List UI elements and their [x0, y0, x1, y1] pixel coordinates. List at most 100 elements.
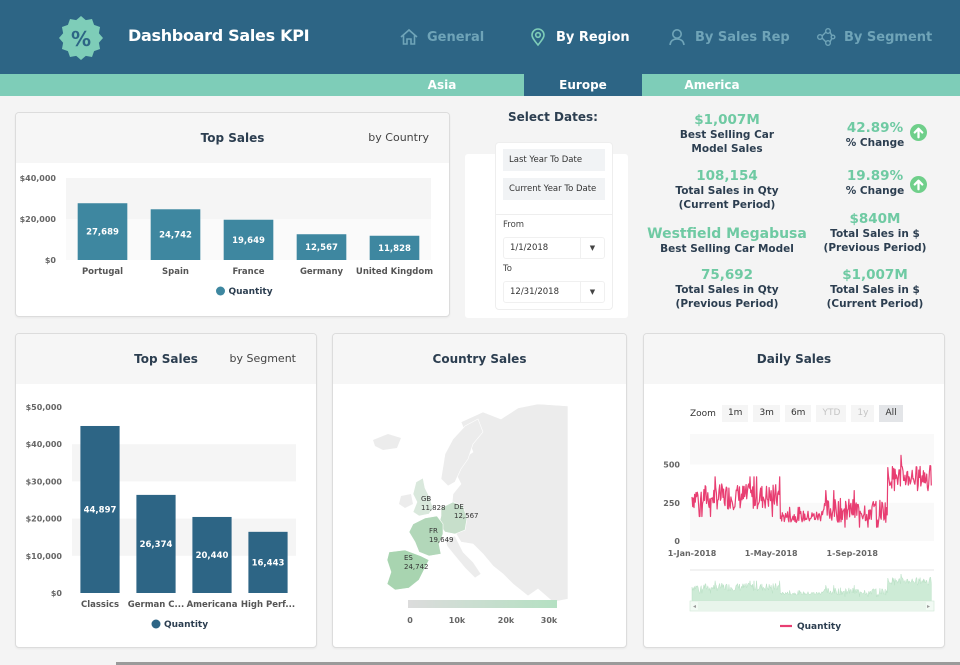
- zoom-6m-button[interactable]: 6m: [784, 405, 812, 422]
- legend-label: Quantity: [164, 620, 208, 630]
- x-category-label: United Kingdom: [356, 267, 433, 277]
- y-tick-label: $0: [51, 589, 63, 598]
- map-label-fr-value: 19,649: [429, 536, 454, 544]
- zoom-1m-button[interactable]: 1m: [721, 405, 749, 422]
- map-label-es-value: 24,742: [404, 563, 429, 571]
- daily-line-chart: 0 250 500 1-Jan-2018 1-May-2018 1-Sep-2018 ◂ ▸ Q…: [663, 434, 935, 632]
- to-label: To: [503, 264, 512, 274]
- zoom-selector: Zoom 1m 3m 6m YTD 1y All: [690, 405, 903, 422]
- kpi-label: Model Sales: [691, 143, 763, 155]
- card-title: Country Sales: [432, 352, 527, 366]
- tab-america[interactable]: America: [653, 74, 771, 96]
- kpi-label: Total Sales in $: [830, 228, 920, 240]
- app-header: % Dashboard Sales KPI General By Region …: [0, 0, 960, 74]
- bar-data-label: 19,649: [232, 236, 265, 246]
- map-region-ireland[interactable]: [399, 494, 413, 508]
- legend-label: Quantity: [229, 287, 273, 297]
- current-year-to-date-button[interactable]: Current Year To Date: [503, 178, 605, 200]
- zoom-label: Zoom: [690, 408, 716, 419]
- kpi-qty-current: 108,154 Total Sales in Qty (Current Peri…: [652, 168, 802, 212]
- kpi-label: (Current Period): [826, 298, 924, 310]
- map-label-es-code: ES: [404, 554, 413, 562]
- zoom-all-button[interactable]: All: [879, 405, 903, 422]
- y-tick-label: $0: [45, 256, 57, 265]
- x-tick-label: 1-Jan-2018: [668, 549, 717, 558]
- kpi-qty-previous: 75,692 Total Sales in Qty (Previous Peri…: [652, 267, 802, 311]
- nav-by-region[interactable]: By Region: [528, 26, 630, 48]
- from-date-picker[interactable]: 1/1/2018 ▼: [503, 237, 605, 259]
- card-header: Country Sales: [333, 334, 626, 384]
- map-label-gb-value: 11,828: [421, 504, 446, 512]
- kpi-label: Total Sales in $: [830, 284, 920, 296]
- scroll-left-arrow-icon: ◂: [693, 603, 696, 610]
- x-category-label: Americana: [187, 600, 238, 610]
- card-subtitle: by Country: [368, 131, 429, 144]
- bar-data-label: 20,440: [196, 551, 229, 561]
- kpi-value: 75,692: [700, 267, 754, 283]
- y-tick-label: 0: [674, 537, 680, 546]
- nav-by-segment[interactable]: By Segment: [816, 26, 932, 48]
- top-sales-segment-card: Top Sales by Segment $0 $10,000 $20,000 $30…: [15, 333, 317, 648]
- country-sales-card: Country Sales GB 11,828 DE 12,567 FR 19,…: [332, 333, 627, 648]
- x-category-label: France: [232, 267, 264, 277]
- kpi-value: $1,007M: [842, 267, 908, 283]
- tab-europe[interactable]: Europe: [524, 74, 642, 96]
- europe-map[interactable]: GB 11,828 DE 12,567 FR 19,649 ES 24,742 …: [333, 384, 627, 648]
- x-category-label: Germany: [300, 267, 344, 277]
- kpi-label: Total Sales in Qty: [675, 185, 779, 197]
- country-bar-chart: $0 $20,000 $40,000 27,689 Portugal 24,742 Spai…: [20, 174, 434, 297]
- x-category-label: Spain: [162, 267, 189, 277]
- zoom-1y-button[interactable]: 1y: [851, 405, 875, 422]
- card-header: Daily Sales: [644, 334, 944, 384]
- nav-by-sales-rep[interactable]: By Sales Rep: [667, 26, 790, 48]
- kpi-value: $840M: [849, 211, 901, 227]
- tab-asia[interactable]: Asia: [383, 74, 501, 96]
- x-category-label: High Perf...: [241, 600, 295, 610]
- scale-label: 20k: [498, 616, 515, 625]
- y-tick-label: $10,000: [26, 552, 63, 561]
- kpi-best-model: Westfield Megabusa Best Selling Car Mode…: [640, 226, 814, 256]
- y-tick-label: 250: [663, 499, 680, 508]
- last-year-to-date-button[interactable]: Last Year To Date: [503, 149, 605, 171]
- map-label-de-value: 12,567: [454, 512, 479, 520]
- zoom-3m-button[interactable]: 3m: [753, 405, 780, 422]
- map-label-gb-code: GB: [421, 495, 431, 503]
- app-title: Dashboard Sales KPI: [128, 26, 310, 45]
- scale-label: 10k: [449, 616, 466, 625]
- legend-marker: [216, 286, 225, 296]
- x-tick-label: 1-Sep-2018: [827, 549, 879, 558]
- scale-label: 30k: [541, 616, 558, 625]
- arrow-up-circle-icon: [910, 124, 927, 141]
- kpi-value: 108,154: [696, 168, 758, 184]
- to-date-picker[interactable]: 12/31/2018 ▼: [503, 281, 605, 303]
- kpi-label: Best Selling Car Model: [660, 243, 794, 255]
- region-tab-bar: Asia Europe America: [0, 74, 960, 96]
- select-dates-title: Select Dates:: [508, 110, 598, 124]
- caret-down-icon[interactable]: ▼: [580, 238, 604, 258]
- bar-data-label: 44,897: [84, 505, 117, 515]
- y-tick-label: $30,000: [26, 477, 63, 486]
- nav-label: By Region: [556, 29, 630, 45]
- bar-data-label: 27,689: [86, 228, 119, 238]
- y-tick-label: $20,000: [26, 515, 63, 524]
- kpi-best-model-sales: $1,007M Best Selling Car Model Sales: [652, 112, 802, 156]
- nav-general[interactable]: General: [399, 26, 484, 48]
- from-date-value: 1/1/2018: [510, 243, 549, 253]
- user-icon: [669, 29, 685, 46]
- bar-data-label: 12,567: [305, 243, 338, 253]
- nav-label: By Segment: [844, 29, 933, 45]
- share-nodes-icon: [817, 28, 836, 46]
- zoom-ytd-button[interactable]: YTD: [816, 405, 847, 422]
- bar-data-label: 24,742: [159, 231, 192, 241]
- kpi-value: Westfield Megabusa: [647, 226, 807, 242]
- map-pin-icon: [531, 28, 545, 47]
- kpi-label: Total Sales in Qty: [675, 284, 779, 296]
- kpi-dollars-previous: $840M Total Sales in $ (Previous Period): [815, 211, 935, 255]
- bar-data-label: 16,443: [252, 558, 285, 568]
- caret-down-icon[interactable]: ▼: [580, 282, 604, 302]
- nav-label: By Sales Rep: [695, 29, 790, 45]
- card-header: Top Sales by Country: [16, 113, 449, 163]
- to-date-value: 12/31/2018: [510, 287, 559, 297]
- map-region-iceland[interactable]: [373, 434, 401, 450]
- percent-badge-icon: %: [59, 16, 103, 60]
